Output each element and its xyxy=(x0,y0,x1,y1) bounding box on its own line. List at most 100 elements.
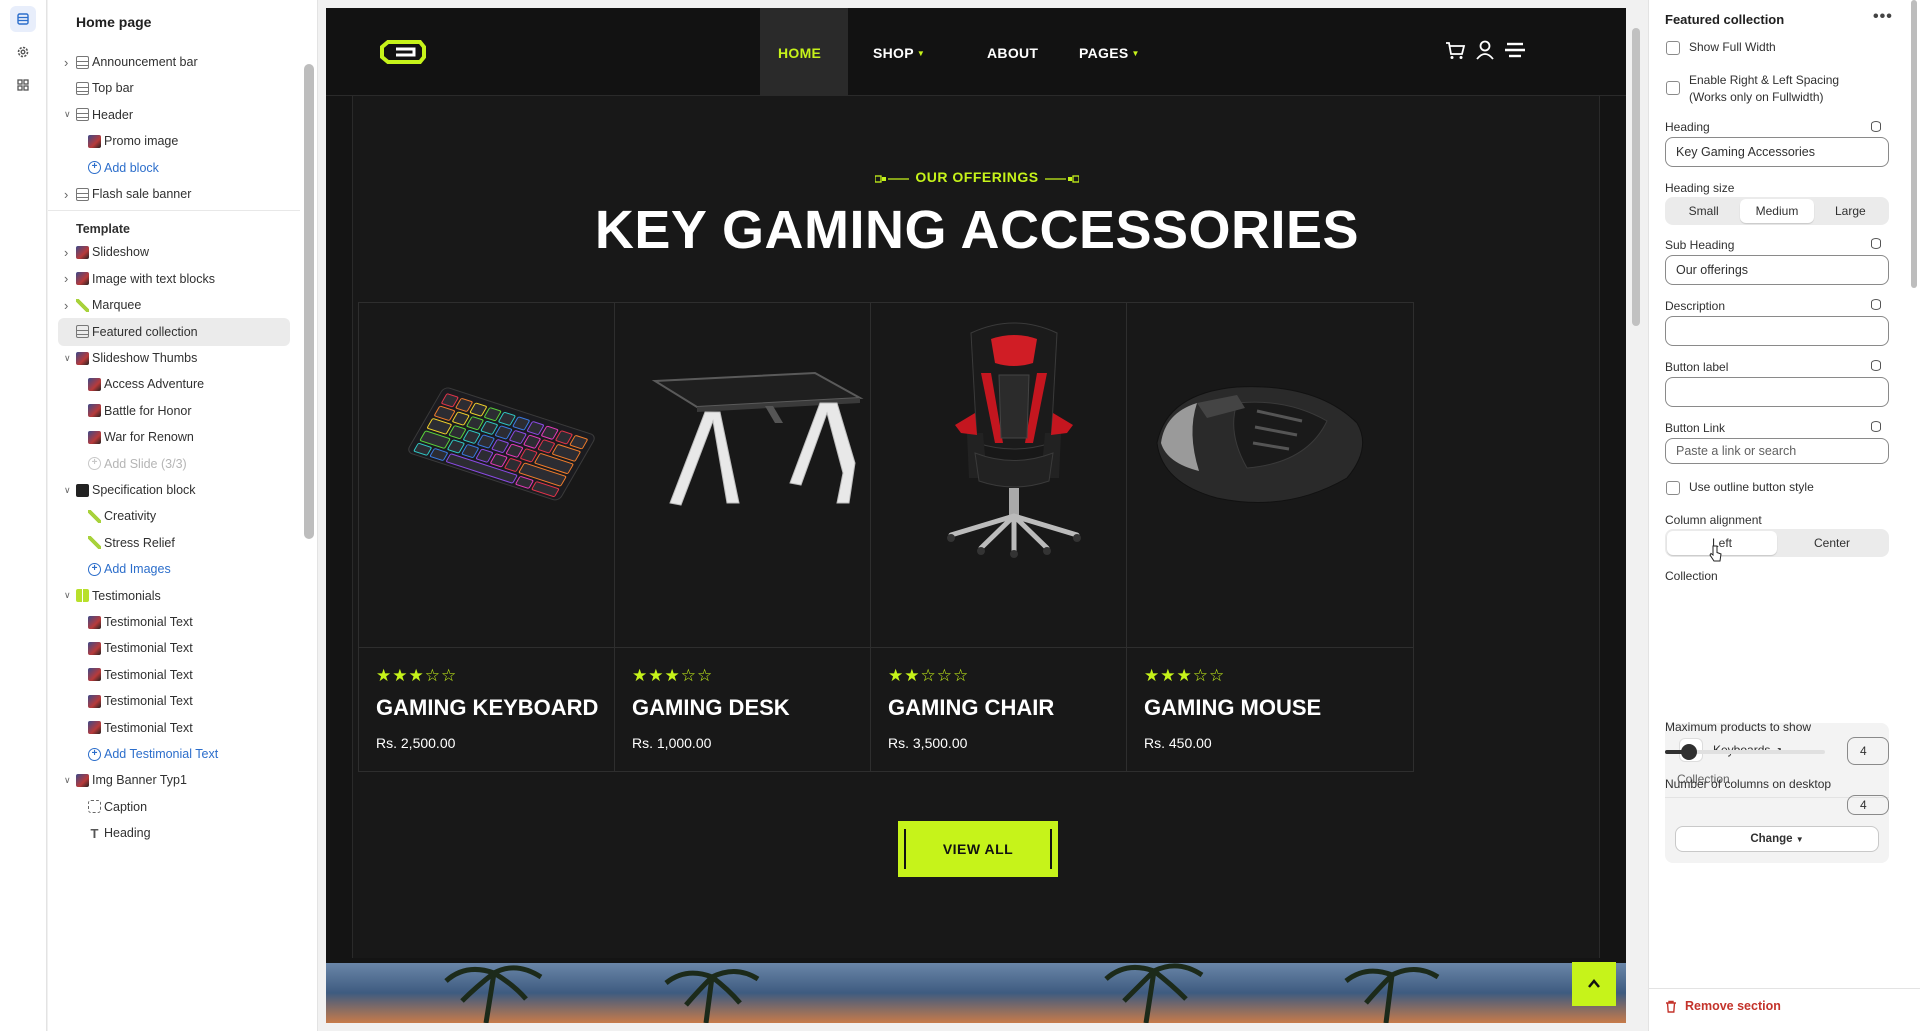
sidebar-item-add-slide-3-3[interactable]: + Add Slide (3/3) xyxy=(58,450,290,478)
chevron-right-icon[interactable]: › xyxy=(64,271,74,286)
cart-icon[interactable] xyxy=(1444,39,1466,66)
sidebar-item-testimonial-text[interactable]: Testimonial Text xyxy=(58,687,290,715)
button-link-input[interactable]: Paste a link or search xyxy=(1665,438,1889,464)
sidebar-item-testimonial-text[interactable]: Testimonial Text xyxy=(58,714,290,742)
chevron-right-icon[interactable]: › xyxy=(64,187,74,202)
sidebar-item-heading[interactable]: T Heading xyxy=(58,819,290,847)
sidebar-item-testimonials[interactable]: ∨ Testimonials xyxy=(58,582,290,610)
product-card[interactable]: ★★★☆☆ GAMING MOUSE Rs. 450.00 xyxy=(1126,302,1414,772)
product-image-desk[interactable] xyxy=(615,303,901,648)
sidebar-item-stress-relief[interactable]: Stress Relief xyxy=(58,529,290,557)
chevron-down-icon[interactable]: ∨ xyxy=(64,775,74,786)
product-name[interactable]: GAMING DESK xyxy=(632,695,790,721)
chevron-down-icon[interactable]: ∨ xyxy=(64,353,74,364)
nav-home[interactable]: HOME xyxy=(778,45,821,61)
product-name[interactable]: GAMING MOUSE xyxy=(1144,695,1321,721)
sidebar-item-testimonial-text[interactable]: Testimonial Text xyxy=(58,608,290,636)
sidebar-item-flash-sale-banner[interactable]: › Flash sale banner xyxy=(58,180,290,208)
image-banner-preview[interactable] xyxy=(326,963,1626,1023)
dynamic-source-icon[interactable] xyxy=(1871,360,1881,371)
sidebar-item-image-with-text-blocks[interactable]: › Image with text blocks xyxy=(58,265,290,293)
slider-knob[interactable] xyxy=(1681,744,1697,760)
product-image-mouse[interactable] xyxy=(1127,303,1413,648)
sidebar-item-featured-collection[interactable]: Featured collection xyxy=(58,317,290,346)
sidebar-item-creativity[interactable]: Creativity xyxy=(58,502,290,530)
outline-button-checkbox[interactable] xyxy=(1666,481,1680,495)
chevron-right-icon[interactable]: › xyxy=(64,55,74,70)
dynamic-source-icon[interactable] xyxy=(1871,421,1881,432)
sidebar-item-add-images[interactable]: + Add Images xyxy=(58,555,290,583)
sidebar-item-access-adventure[interactable]: Access Adventure xyxy=(58,370,290,398)
product-name[interactable]: GAMING KEYBOARD xyxy=(376,695,598,721)
apps-icon[interactable] xyxy=(10,72,36,98)
sidebar-item-slideshow[interactable]: › Slideshow xyxy=(58,238,290,266)
dynamic-source-icon[interactable] xyxy=(1871,299,1881,310)
sidebar-item-testimonial-text[interactable]: Testimonial Text xyxy=(58,661,290,689)
button-deco-left xyxy=(904,829,906,869)
sidebar-scrollbar[interactable] xyxy=(304,64,314,539)
button-label-input[interactable] xyxy=(1665,377,1889,407)
dynamic-source-icon[interactable] xyxy=(1871,238,1881,249)
account-icon[interactable] xyxy=(1474,39,1496,66)
heading-size-large[interactable]: Large xyxy=(1814,199,1887,223)
sections-icon[interactable] xyxy=(10,6,36,32)
heading-size-medium[interactable]: Medium xyxy=(1740,199,1814,223)
chevron-right-icon[interactable]: › xyxy=(64,298,74,313)
product-image-chair[interactable] xyxy=(871,303,1157,648)
chevron-right-icon[interactable]: › xyxy=(64,245,74,260)
more-options-icon[interactable]: ••• xyxy=(1873,8,1893,26)
product-name[interactable]: GAMING CHAIR xyxy=(888,695,1054,721)
section-tree: › Announcement bar Top bar ∨ Header Promo ima… xyxy=(48,48,300,1028)
column-alignment-center[interactable]: Center xyxy=(1777,531,1887,555)
sidebar-item-caption[interactable]: Caption xyxy=(58,793,290,821)
view-all-button[interactable]: VIEW ALL xyxy=(898,821,1058,877)
testimonial-icon xyxy=(76,589,89,603)
max-products-slider[interactable] xyxy=(1665,744,1825,760)
sidebar-item-add-block[interactable]: + Add block xyxy=(58,154,290,182)
chevron-down-icon[interactable]: ∨ xyxy=(64,109,74,120)
change-collection-button[interactable]: Change ▼ xyxy=(1675,826,1879,852)
sidebar-item-testimonial-text[interactable]: Testimonial Text xyxy=(58,634,290,662)
product-image-keyboard[interactable] xyxy=(359,303,645,648)
heading-size-small[interactable]: Small xyxy=(1667,199,1740,223)
featured-collection-section[interactable]: OUR OFFERINGS KEY GAMING ACCESSORIES ★★★… xyxy=(352,96,1600,958)
sidebar-item-promo-image[interactable]: Promo image xyxy=(58,127,290,155)
max-products-label: Maximum products to show xyxy=(1665,720,1812,734)
dynamic-source-icon[interactable] xyxy=(1871,121,1881,132)
sidebar-item-top-bar[interactable]: Top bar xyxy=(58,74,290,102)
scroll-to-top-button[interactable] xyxy=(1572,962,1616,1006)
nav-about[interactable]: ABOUT xyxy=(987,45,1038,61)
chevron-down-icon[interactable]: ∨ xyxy=(64,485,74,496)
columns-desktop-input[interactable]: 4 xyxy=(1847,795,1889,815)
product-card[interactable]: ★★☆☆☆ GAMING CHAIR Rs. 3,500.00 xyxy=(870,302,1158,772)
sidebar-item-marquee[interactable]: › Marquee xyxy=(58,291,290,319)
subheading-input[interactable]: Our offerings xyxy=(1665,255,1889,285)
show-full-width-checkbox[interactable] xyxy=(1666,41,1680,55)
sidebar-item-announcement-bar[interactable]: › Announcement bar xyxy=(58,48,290,76)
sidebar-item-header[interactable]: ∨ Header xyxy=(58,101,290,129)
menu-icon[interactable] xyxy=(1503,39,1527,66)
subheading-deco-left-icon xyxy=(874,170,910,186)
heading-input[interactable]: Key Gaming Accessories xyxy=(1665,137,1889,167)
spacing-checkbox[interactable] xyxy=(1666,81,1680,95)
sidebar-item-specification-block[interactable]: ∨ Specification block xyxy=(58,476,290,504)
product-card[interactable]: ★★★☆☆ GAMING DESK Rs. 1,000.00 xyxy=(614,302,902,772)
sidebar-item-slideshow-thumbs[interactable]: ∨ Slideshow Thumbs xyxy=(58,344,290,372)
sidebar-item-label: Heading xyxy=(104,826,151,841)
sidebar-item-add-testimonial-text[interactable]: + Add Testimonial Text xyxy=(58,740,290,768)
star-filled-icon: ★ xyxy=(904,666,921,685)
remove-section-button[interactable]: Remove section xyxy=(1665,999,1781,1013)
description-input[interactable] xyxy=(1665,316,1889,346)
settings-icon[interactable] xyxy=(10,39,36,65)
chevron-down-icon[interactable]: ∨ xyxy=(64,590,74,601)
preview-scrollbar[interactable] xyxy=(1632,28,1640,326)
product-card[interactable]: ★★★☆☆ GAMING KEYBOARD Rs. 2,500.00 xyxy=(358,302,646,772)
max-products-input[interactable]: 4 xyxy=(1847,737,1889,765)
sidebar-item-img-banner-typ1[interactable]: ∨ Img Banner Typ1 xyxy=(58,766,290,794)
sidebar-item-battle-for-honor[interactable]: Battle for Honor xyxy=(58,397,290,425)
nav-shop[interactable]: SHOP ▼ xyxy=(873,45,925,61)
nav-pages[interactable]: PAGES ▼ xyxy=(1079,45,1140,61)
store-logo[interactable] xyxy=(378,38,428,71)
settings-scrollbar[interactable] xyxy=(1911,0,1917,288)
sidebar-item-war-for-renown[interactable]: War for Renown xyxy=(58,423,290,451)
